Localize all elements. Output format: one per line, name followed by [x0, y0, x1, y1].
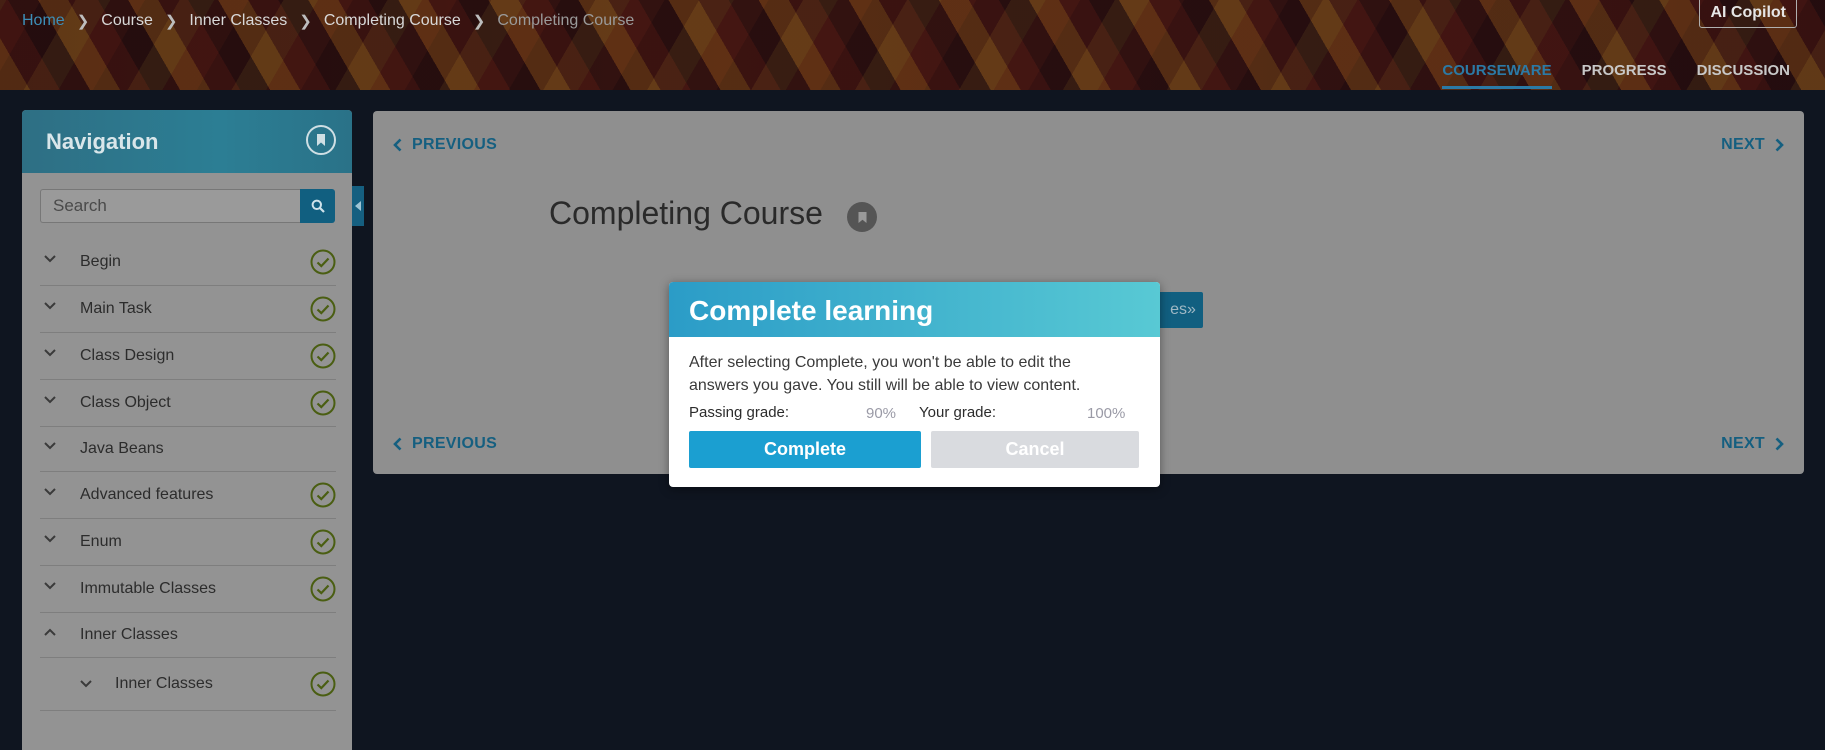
- ai-copilot-button[interactable]: AI Copilot: [1699, 0, 1797, 28]
- chevron-down-icon: [44, 255, 56, 263]
- chevron-down-icon: [44, 488, 56, 496]
- check-circle-icon: [310, 249, 336, 275]
- check-circle-icon: [310, 529, 336, 555]
- breadcrumb-current: Completing Course: [497, 12, 635, 29]
- your-grade-value: 100%: [1087, 405, 1126, 422]
- sidebar-item-label: Enum: [80, 533, 122, 550]
- sidebar-item-label: Inner Classes: [80, 626, 178, 643]
- sidebar-item-label: Immutable Classes: [80, 580, 217, 597]
- check-circle-icon: [310, 296, 336, 322]
- sidebar-item-label: Java Beans: [80, 440, 164, 457]
- sidebar-item-inner-classes[interactable]: Inner Classes: [40, 613, 336, 658]
- previous-label: PREVIOUS: [412, 136, 498, 153]
- search-button[interactable]: [300, 189, 335, 223]
- breadcrumb-section-link[interactable]: Inner Classes: [189, 12, 287, 30]
- bookmark-icon[interactable]: [847, 202, 877, 232]
- chevron-down-icon: [44, 396, 56, 404]
- header-banner: Home ❯ Course ❯ Inner Classes ❯ Completi…: [0, 0, 1825, 90]
- chevron-up-icon: [44, 628, 56, 636]
- sidebar-item-java-beans[interactable]: Java Beans: [40, 427, 336, 472]
- navigation-title: Navigation: [46, 129, 159, 154]
- sidebar-item-label: Inner Classes: [115, 675, 213, 692]
- check-circle-icon: [310, 576, 336, 602]
- passing-grade-value: 90%: [866, 405, 897, 422]
- search-icon: [311, 199, 325, 213]
- chevron-left-icon: [393, 437, 402, 451]
- breadcrumb-subsection-link[interactable]: Completing Course: [324, 12, 461, 30]
- chevron-down-icon: [44, 442, 56, 450]
- breadcrumb: Home ❯ Course ❯ Inner Classes ❯ Completi…: [22, 12, 634, 30]
- navigation-header: Navigation: [22, 110, 352, 173]
- dialog-message: After selecting Complete, you won't be a…: [689, 354, 1081, 394]
- sidebar-item-immutable-classes[interactable]: Immutable Classes: [40, 566, 336, 613]
- chevron-right-icon: [1775, 437, 1784, 451]
- previous-button-bottom[interactable]: PREVIOUS: [393, 435, 497, 453]
- sidebar-item-advanced-features[interactable]: Advanced features: [40, 472, 336, 519]
- next-button-bottom[interactable]: NEXT: [1721, 435, 1784, 453]
- chevron-down-icon: [80, 680, 92, 688]
- tab-discussion[interactable]: DISCUSSION: [1697, 62, 1790, 89]
- navigation-sidebar: Navigation Begin Main Task Class Design: [22, 110, 352, 750]
- next-button-top[interactable]: NEXT: [1721, 136, 1784, 154]
- sidebar-item-label: Class Design: [80, 347, 175, 364]
- breadcrumb-home-link[interactable]: Home: [22, 12, 65, 30]
- chevron-right-icon: ❯: [472, 13, 486, 30]
- breadcrumb-course-link[interactable]: Course: [101, 12, 153, 30]
- chevron-down-icon: [44, 582, 56, 590]
- sidebar-item-label: Class Object: [80, 394, 171, 411]
- dialog-header: Complete learning: [669, 282, 1160, 337]
- navigation-list: Begin Main Task Class Design Class Objec…: [40, 239, 336, 711]
- grade-summary: Passing grade: 90% Your grade: 100%: [689, 404, 1129, 424]
- sidebar-item-main-task[interactable]: Main Task: [40, 286, 336, 333]
- search-input[interactable]: [40, 189, 300, 223]
- tab-progress[interactable]: PROGRESS: [1582, 62, 1667, 89]
- tab-courseware[interactable]: COURSEWARE: [1442, 62, 1552, 89]
- sidebar-item-enum[interactable]: Enum: [40, 519, 336, 566]
- sidebar-item-label: Begin: [80, 253, 121, 270]
- course-tabs: COURSEWARE PROGRESS DISCUSSION: [1442, 62, 1790, 89]
- previous-button-top[interactable]: PREVIOUS: [393, 136, 497, 154]
- chevron-down-icon: [44, 535, 56, 543]
- previous-label: PREVIOUS: [412, 435, 498, 452]
- caret-left-icon: [355, 201, 361, 211]
- chevron-right-icon: ❯: [299, 13, 312, 30]
- unit-action-label: es»: [1170, 301, 1196, 318]
- complete-button[interactable]: Complete: [689, 431, 921, 468]
- chevron-down-icon: [44, 302, 56, 310]
- bookmark-icon[interactable]: [306, 125, 336, 155]
- chevron-left-icon: [393, 138, 402, 152]
- chevron-down-icon: [44, 349, 56, 357]
- sidebar-collapse-toggle[interactable]: [352, 186, 364, 226]
- passing-grade-label: Passing grade:: [689, 404, 790, 421]
- next-label: NEXT: [1721, 435, 1765, 452]
- check-circle-icon: [310, 482, 336, 508]
- next-label: NEXT: [1721, 136, 1765, 153]
- sidebar-item-class-design[interactable]: Class Design: [40, 333, 336, 380]
- complete-learning-dialog: Complete learning After selecting Comple…: [669, 282, 1160, 487]
- chevron-right-icon: ❯: [76, 13, 90, 30]
- cancel-button[interactable]: Cancel: [931, 431, 1139, 468]
- chevron-right-icon: ❯: [164, 13, 178, 30]
- check-circle-icon: [310, 390, 336, 416]
- check-circle-icon: [310, 343, 336, 369]
- unit-title: Completing Course: [549, 195, 823, 231]
- sidebar-item-class-object[interactable]: Class Object: [40, 380, 336, 427]
- chevron-right-icon: [1775, 138, 1784, 152]
- sidebar-item-label: Main Task: [80, 300, 152, 317]
- your-grade-label: Your grade:: [919, 404, 997, 421]
- sidebar-subitem-inner-classes[interactable]: Inner Classes: [40, 658, 336, 711]
- search-bar: [40, 189, 335, 223]
- check-circle-icon: [310, 671, 336, 697]
- dialog-title: Complete learning: [689, 295, 934, 326]
- sidebar-item-label: Advanced features: [80, 486, 214, 503]
- sidebar-item-begin[interactable]: Begin: [40, 239, 336, 286]
